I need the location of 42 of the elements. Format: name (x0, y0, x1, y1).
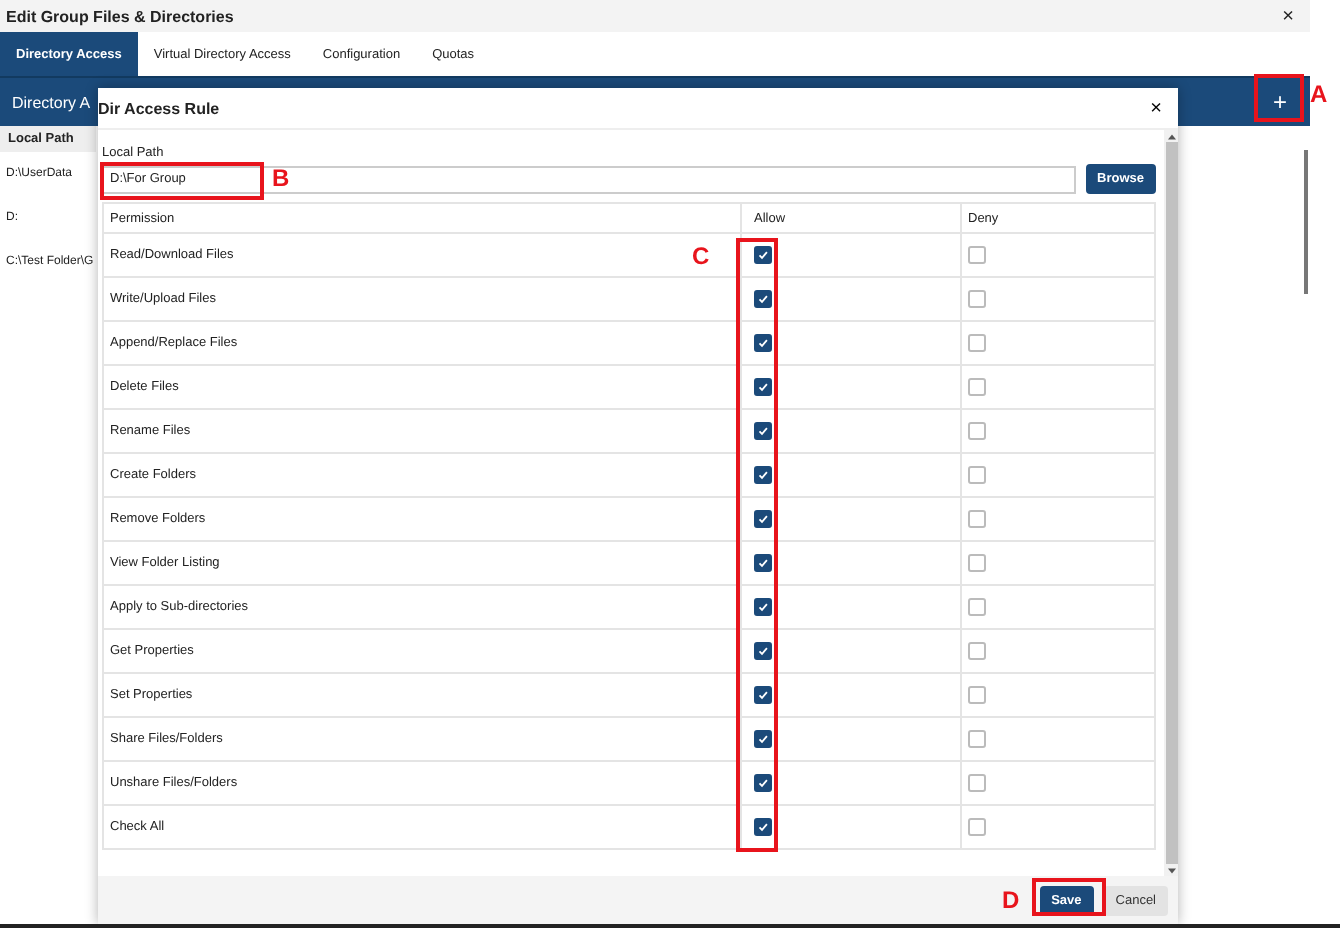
checkbox[interactable] (968, 554, 986, 572)
checkbox[interactable] (968, 510, 986, 528)
checkbox[interactable] (754, 554, 772, 572)
checkbox[interactable] (968, 686, 986, 704)
annotation-label: B (272, 164, 290, 192)
checkbox[interactable] (754, 378, 772, 396)
annotation-label: C (692, 242, 710, 270)
window-title: Edit Group Files & Directories (4, 7, 234, 25)
highlight-box (1254, 74, 1304, 122)
checkbox[interactable] (754, 510, 772, 528)
checkbox[interactable] (754, 730, 772, 748)
checkbox[interactable] (754, 642, 772, 660)
highlight-box (1032, 878, 1106, 916)
annotation-label: A (1310, 80, 1328, 108)
checkbox[interactable] (754, 598, 772, 616)
checkbox[interactable] (968, 598, 986, 616)
checkbox[interactable] (754, 422, 772, 440)
checkbox[interactable] (968, 334, 986, 352)
close-button[interactable]: × (1266, 5, 1310, 27)
checkbox[interactable] (754, 818, 772, 836)
checkbox[interactable] (968, 246, 986, 264)
checkbox[interactable] (754, 246, 772, 264)
scrollbar-thumb[interactable] (1165, 142, 1177, 864)
checkbox[interactable] (968, 730, 986, 748)
panel-title: Directory A (10, 93, 91, 111)
checkbox[interactable] (968, 378, 986, 396)
checkbox[interactable] (968, 818, 986, 836)
scrollbar[interactable] (1164, 130, 1178, 876)
checkbox[interactable] (754, 466, 772, 484)
scrollbar (1304, 150, 1307, 294)
dialog-title: Dir Access Rule (98, 99, 220, 117)
checkbox[interactable] (968, 422, 986, 440)
annotation-label: D (1002, 886, 1020, 914)
close-button[interactable]: × (1134, 97, 1178, 119)
checkbox[interactable] (754, 290, 772, 308)
checkbox[interactable] (968, 774, 986, 792)
checkbox[interactable] (968, 290, 986, 308)
checkbox[interactable] (754, 686, 772, 704)
checkbox[interactable] (754, 774, 772, 792)
checkbox[interactable] (754, 334, 772, 352)
checkbox[interactable] (968, 466, 986, 484)
checkbox[interactable] (968, 642, 986, 660)
